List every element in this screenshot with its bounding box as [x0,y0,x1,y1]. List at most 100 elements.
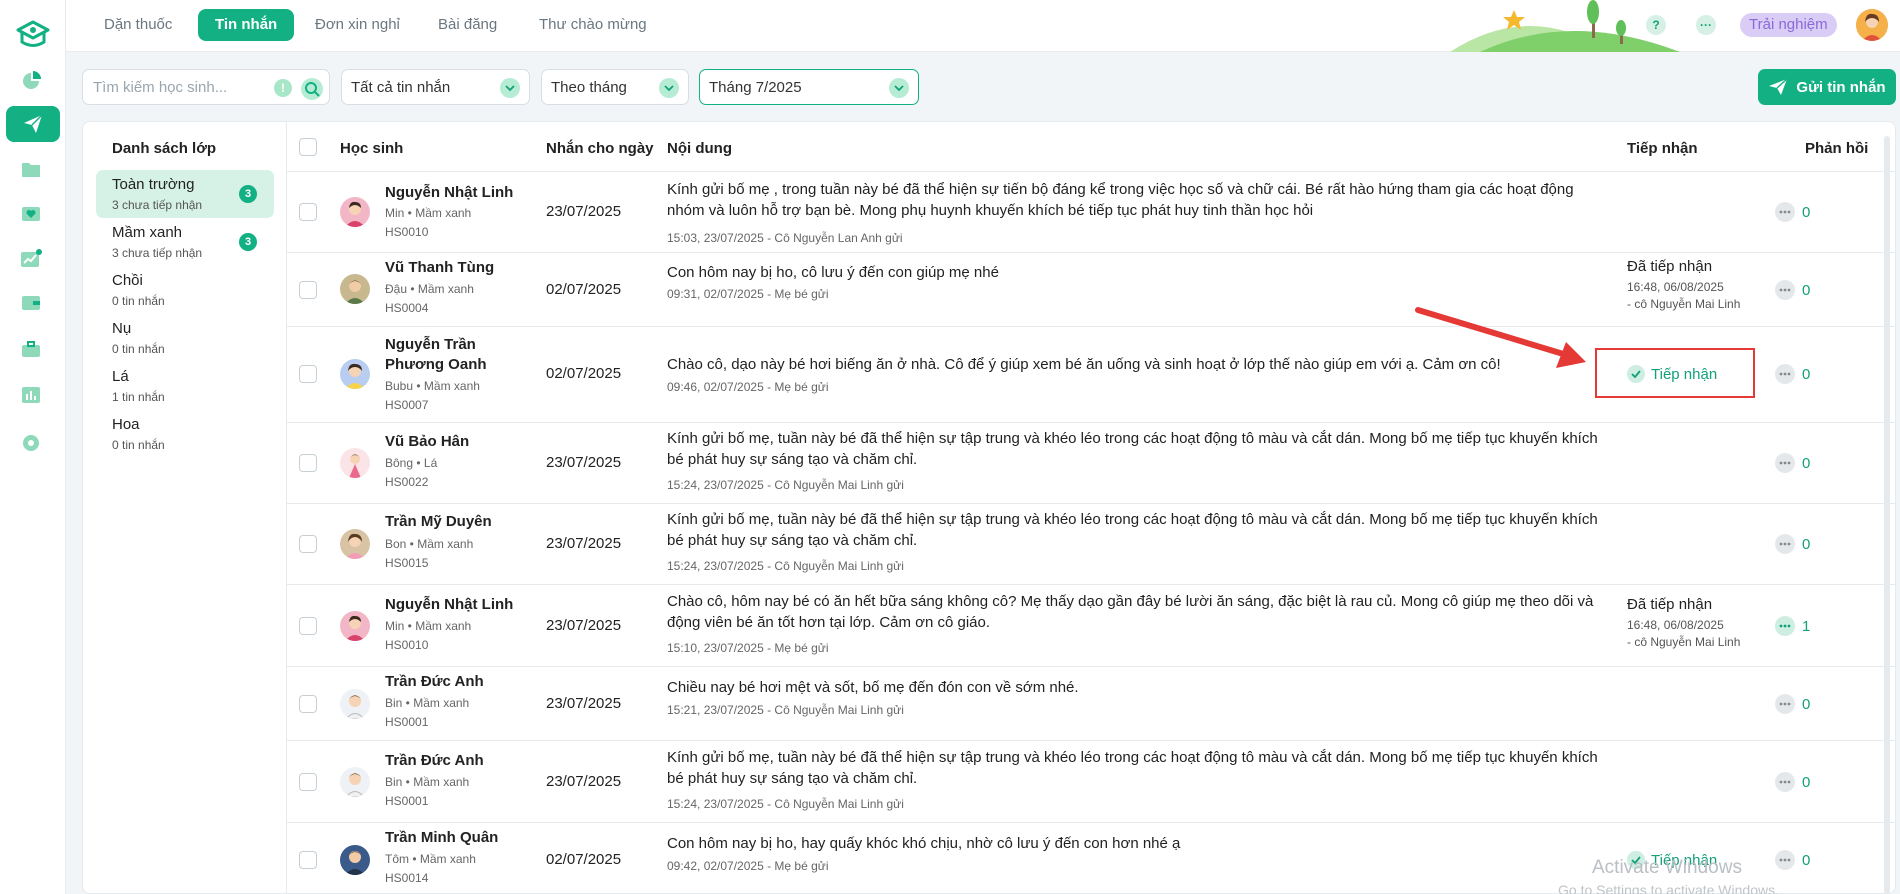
class-name: Toàn trường [112,176,195,193]
activation-watermark: Activate Windows [1592,857,1742,878]
student-name[interactable]: Nguyễn Trần Phương Oanh [385,335,515,375]
student-meta: Bon • Mầm xanh [385,537,474,551]
message-content[interactable]: Kính gửi bố mẹ, tuần này bé đã thể hiện … [667,509,1607,551]
class-item-hoa[interactable]: Hoa 0 tin nhắn [96,410,274,458]
class-item-mam-xanh[interactable]: Mầm xanh 3 chưa tiếp nhận 3 [96,218,274,266]
table-row[interactable]: Trần Đức Anh Bin • Mầm xanh HS0001 23/07… [287,741,1895,823]
student-avatar [340,529,370,559]
reply-count[interactable]: 0 [1775,694,1810,714]
message-content[interactable]: Con hôm nay bị ho, hay quấy khóc khó chị… [667,833,1607,854]
tab-welcome-letters[interactable]: Thư chào mừng [522,9,664,41]
row-checkbox[interactable] [299,203,317,221]
message-content[interactable]: Chào cô, hôm nay bé có ăn hết bữa sáng k… [667,591,1607,633]
message-content[interactable]: Kính gửi bố mẹ , trong tuần này bé đã th… [667,179,1607,221]
reply-count[interactable]: 0 [1775,534,1810,554]
warning-icon: ! [274,79,292,97]
reply-count[interactable]: 0 [1775,280,1810,300]
reply-count[interactable]: 0 [1775,202,1810,222]
period-select[interactable]: Theo tháng [541,69,689,105]
tab-messages[interactable]: Tin nhắn [198,9,295,41]
settings-gear-icon[interactable] [16,428,46,458]
search-icon[interactable] [301,78,323,100]
row-checkbox[interactable] [299,773,317,791]
student-name[interactable]: Vũ Bảo Hân [385,432,515,452]
table-row[interactable]: Vũ Bảo Hân Bông • Lá HS0022 23/07/2025 K… [287,423,1895,504]
month-select[interactable]: Tháng 7/2025 [699,69,919,105]
table-row[interactable]: Trần Đức Anh Bin • Mầm xanh HS0001 23/07… [287,667,1895,741]
row-checkbox[interactable] [299,851,317,869]
row-checkbox[interactable] [299,281,317,299]
reply-count[interactable]: 0 [1775,453,1810,473]
student-meta: Min • Mầm xanh [385,619,472,633]
messages-nav-icon[interactable] [6,106,60,142]
folder-icon[interactable] [16,154,46,184]
wallet-icon[interactable] [16,288,46,318]
scrollbar[interactable] [1884,136,1890,894]
search-input[interactable]: Tìm kiếm học sinh... ! [82,69,330,105]
message-date: 23/07/2025 [546,695,622,712]
reply-count-value: 0 [1802,773,1811,791]
student-code: HS0010 [385,225,429,239]
more-options-icon[interactable]: ··· [1696,15,1716,35]
user-avatar[interactable] [1856,9,1888,41]
table-row[interactable]: Nguyễn Nhật Linh Min • Mầm xanh HS0010 2… [287,172,1895,253]
count-badge: 3 [239,233,257,251]
message-date: 02/07/2025 [546,851,622,868]
dashboard-icon[interactable] [16,66,46,96]
row-checkbox[interactable] [299,454,317,472]
send-message-button[interactable]: Gửi tin nhắn [1758,69,1896,105]
message-content[interactable]: Kính gửi bố mẹ, tuần này bé đã thể hiện … [667,747,1607,789]
student-name[interactable]: Trần Mỹ Duyên [385,512,515,532]
app-logo-icon[interactable] [14,18,52,50]
reply-count[interactable]: 1 [1775,616,1810,636]
trial-badge[interactable]: Trải nghiệm [1740,13,1837,37]
reply-count-value: 1 [1802,617,1811,635]
student-name[interactable]: Vũ Thanh Tùng [385,258,515,278]
student-meta: Min • Mầm xanh [385,206,472,220]
student-meta: Tôm • Mầm xanh [385,852,476,866]
student-name[interactable]: Trần Đức Anh [385,672,515,692]
reply-count[interactable]: 0 [1775,772,1810,792]
table-row[interactable]: Vũ Thanh Tùng Đậu • Mầm xanh HS0004 02/0… [287,253,1895,327]
message-type-select[interactable]: Tất cả tin nhắn [341,69,530,105]
message-content[interactable]: Chiều nay bé hơi mệt và sốt, bố mẹ đến đ… [667,677,1607,698]
message-content[interactable]: Kính gửi bố mẹ, tuần này bé đã thể hiện … [667,428,1607,470]
message-sender: 15:03, 23/07/2025 - Cô Nguyễn Lan Anh gử… [667,231,903,245]
row-checkbox[interactable] [299,695,317,713]
bar-chart-icon[interactable] [16,380,46,410]
health-icon[interactable] [16,198,46,228]
row-checkbox[interactable] [299,365,317,383]
student-name[interactable]: Nguyễn Nhật Linh [385,595,515,615]
table-row[interactable]: Trần Mỹ Duyên Bon • Mầm xanh HS0015 23/0… [287,504,1895,585]
message-content[interactable]: Con hôm nay bị ho, cô lưu ý đến con giúp… [667,262,1607,283]
student-avatar [340,767,370,797]
class-item-choi[interactable]: Chồi 0 tin nhắn [96,266,274,314]
row-checkbox[interactable] [299,617,317,635]
class-item-nu[interactable]: Nụ 0 tin nhắn [96,314,274,362]
class-item-whole-school[interactable]: Toàn trường 3 chưa tiếp nhận 3 [96,170,274,218]
comment-dots-icon [1775,694,1795,714]
received-status: Đã tiếp nhận [1627,596,1713,613]
tab-medicine[interactable]: Dặn thuốc [87,9,189,41]
student-meta: Bin • Mầm xanh [385,775,470,789]
class-item-la[interactable]: Lá 1 tin nhắn [96,362,274,410]
select-all-checkbox[interactable] [299,138,317,156]
tab-posts[interactable]: Bài đăng [421,9,514,41]
help-icon[interactable]: ? [1646,15,1666,35]
class-sub: 0 tin nhắn [112,342,165,356]
row-checkbox[interactable] [299,535,317,553]
student-name[interactable]: Nguyễn Nhật Linh [385,183,515,203]
briefcase-icon[interactable] [16,334,46,364]
tab-leave-requests[interactable]: Đơn xin nghỉ [298,9,417,41]
comment-dots-icon [1775,202,1795,222]
reply-count[interactable]: 0 [1775,850,1810,870]
student-name[interactable]: Trần Đức Anh [385,751,515,771]
class-sub: 0 tin nhắn [112,294,165,308]
class-list: Danh sách lớp Toàn trường 3 chưa tiếp nh… [83,122,287,893]
table-row[interactable]: Nguyễn Nhật Linh Min • Mầm xanh HS0010 2… [287,585,1895,667]
student-name[interactable]: Trần Minh Quân [385,828,515,848]
chart-trend-icon[interactable] [16,244,46,274]
reply-count[interactable]: 0 [1775,364,1810,384]
message-sender: 15:10, 23/07/2025 - Mẹ bé gửi [667,641,829,655]
student-avatar [340,845,370,875]
